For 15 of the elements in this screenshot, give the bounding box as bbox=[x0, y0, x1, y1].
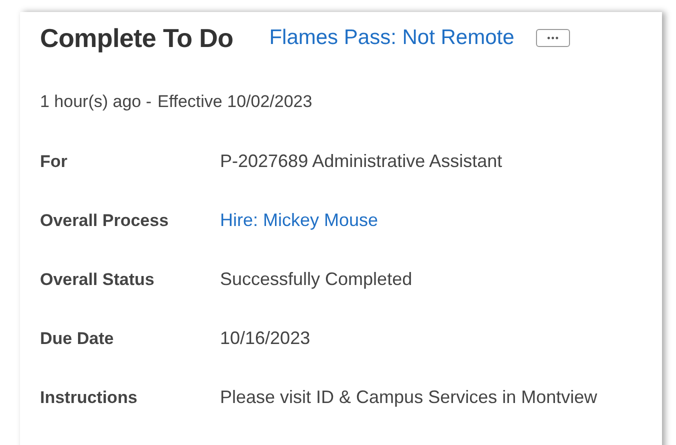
page-title: Complete To Do bbox=[40, 22, 234, 54]
effective-date: Effective 10/02/2023 bbox=[158, 92, 312, 112]
field-label: For bbox=[40, 152, 68, 172]
field-value: Successfully Completed bbox=[220, 269, 412, 290]
field-link[interactable]: Hire: Mickey Mouse bbox=[220, 210, 378, 231]
field-value: Please visit ID & Campus Services in Montview bbox=[220, 387, 598, 408]
more-button[interactable]: ••• bbox=[536, 29, 570, 47]
field-label: Due Date bbox=[40, 328, 115, 348]
field-label: Overall Status bbox=[40, 270, 156, 290]
field-label: Instructions bbox=[40, 388, 138, 408]
subtitle-link[interactable]: Flames Pass: Not Remote bbox=[269, 26, 514, 50]
field-value: P-2027689 Administrative Assistant bbox=[220, 151, 502, 172]
field-value: 10/16/2023 bbox=[220, 328, 310, 349]
field-label: Overall Process bbox=[40, 210, 170, 230]
time-ago: 1 hour(s) ago - bbox=[40, 92, 152, 112]
